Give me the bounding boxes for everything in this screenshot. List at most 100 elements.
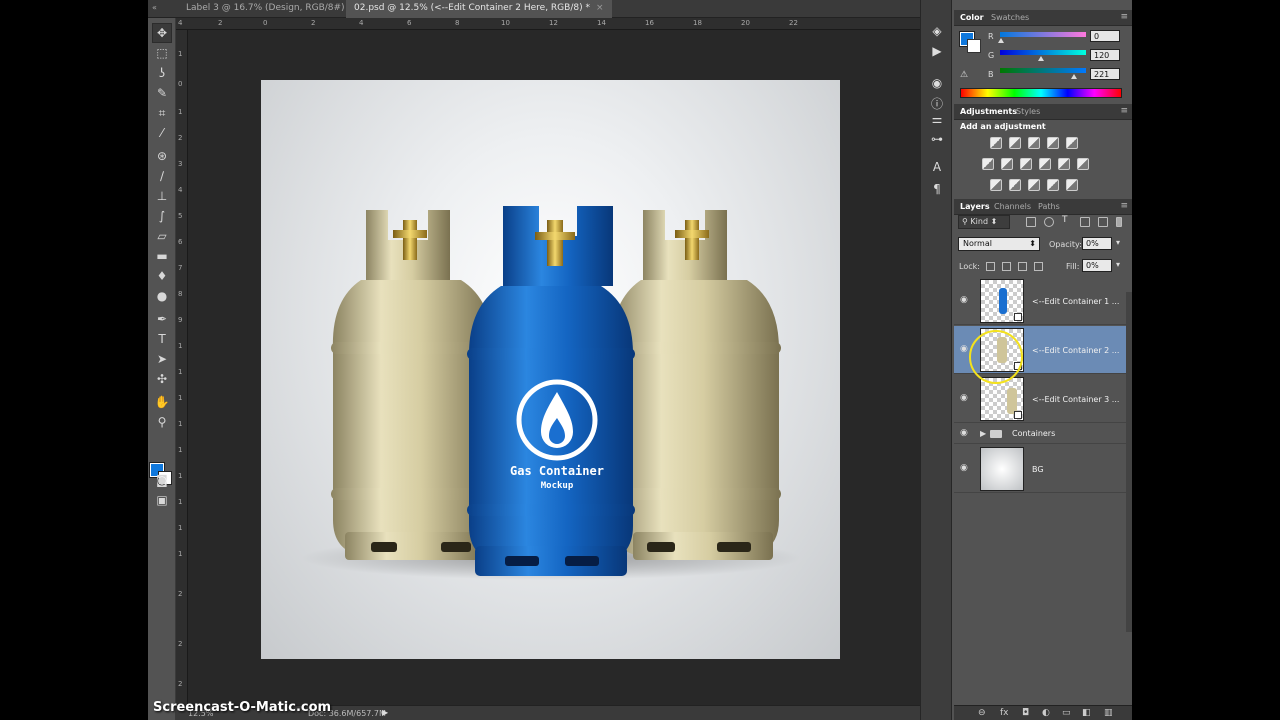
pen-tool-icon[interactable]: ✒: [152, 309, 172, 329]
character-panel-icon[interactable]: A: [927, 158, 947, 176]
fill-dropdown-icon[interactable]: ▾: [1116, 260, 1120, 269]
blend-mode-select[interactable]: Normal ⬍: [958, 237, 1040, 251]
levels-icon[interactable]: [1009, 137, 1021, 149]
history-panel-icon[interactable]: ◈: [927, 22, 947, 40]
tab-layers[interactable]: Layers: [960, 202, 990, 211]
clone-source-icon[interactable]: ⊶: [927, 130, 947, 148]
fx-icon[interactable]: fx: [1000, 708, 1009, 718]
channel-g-slider[interactable]: [1000, 50, 1086, 55]
tab-label-3[interactable]: Label 3 @ 16.7% (Design, RGB/8#) *×: [178, 0, 373, 18]
channel-b-slider[interactable]: [1000, 68, 1086, 73]
selective-color-icon[interactable]: [1066, 179, 1078, 191]
status-menu-arrow-icon[interactable]: ▶: [382, 708, 388, 717]
photo-filter-icon[interactable]: [1039, 158, 1051, 170]
brush-panel-icon[interactable]: ⚌: [927, 110, 947, 128]
expand-triangle-icon[interactable]: ▶: [980, 429, 986, 438]
gradient-tool-icon[interactable]: ▬: [152, 246, 172, 266]
close-icon[interactable]: ×: [596, 3, 604, 13]
tab-color[interactable]: Color: [960, 13, 984, 22]
tab-paths[interactable]: Paths: [1038, 202, 1060, 211]
trash-icon[interactable]: ▥: [1104, 708, 1113, 718]
channel-mixer-icon[interactable]: [1058, 158, 1070, 170]
threshold-icon[interactable]: [1028, 179, 1040, 191]
tab-swatches[interactable]: Swatches: [991, 13, 1029, 22]
clone-stamp-tool-icon[interactable]: ⊥: [152, 186, 172, 206]
eye-icon[interactable]: ◉: [960, 295, 968, 305]
quick-mask-icon[interactable]: ◙: [152, 470, 172, 490]
gamut-warning-icon[interactable]: ⚠: [960, 70, 968, 80]
lock-transparent-icon[interactable]: [986, 262, 995, 271]
vibrance-icon[interactable]: [1066, 137, 1078, 149]
exposure-icon[interactable]: [1047, 137, 1059, 149]
dodge-tool-icon[interactable]: ●: [152, 286, 172, 306]
color-balance-icon[interactable]: [1001, 158, 1013, 170]
channel-r-value[interactable]: 0: [1090, 30, 1120, 42]
lock-all-icon[interactable]: [1034, 262, 1043, 271]
shape-tool-icon[interactable]: ✣: [152, 369, 172, 389]
document-canvas[interactable]: Gas Container Mockup: [261, 80, 840, 659]
screen-mode-icon[interactable]: ▣: [152, 490, 172, 510]
eye-icon[interactable]: ◉: [960, 428, 968, 438]
color-background[interactable]: [967, 39, 981, 53]
layer-row[interactable]: ◉ <--Edit Container 1 ...: [954, 277, 1126, 325]
curves-icon[interactable]: [1028, 137, 1040, 149]
black-white-icon[interactable]: [1020, 158, 1032, 170]
type-filter-icon[interactable]: T: [1062, 215, 1072, 225]
channel-g-value[interactable]: 120: [1090, 49, 1120, 61]
gradient-map-icon[interactable]: [1047, 179, 1059, 191]
channel-g-knob[interactable]: [1038, 56, 1044, 61]
path-select-tool-icon[interactable]: ➤: [152, 349, 172, 369]
marquee-tool-icon[interactable]: ⬚: [152, 43, 172, 63]
invert-icon[interactable]: [990, 179, 1002, 191]
tab-channels[interactable]: Channels: [994, 202, 1031, 211]
eye-icon[interactable]: ◉: [960, 344, 968, 354]
smart-object-filter-icon[interactable]: [1098, 217, 1108, 227]
canvas-workspace[interactable]: Gas Container Mockup: [188, 30, 920, 705]
collapse-icon[interactable]: «: [152, 3, 157, 12]
tab-adjustments[interactable]: Adjustments: [960, 107, 1017, 116]
lock-position-icon[interactable]: [1018, 262, 1027, 271]
link-icon[interactable]: ⊖: [978, 708, 986, 718]
actions-panel-icon[interactable]: ▶: [927, 42, 947, 60]
tab-02-psd[interactable]: 02.psd @ 12.5% (<--Edit Container 2 Here…: [346, 0, 612, 18]
opacity-dropdown-icon[interactable]: ▾: [1116, 238, 1120, 247]
hue-saturation-icon[interactable]: [982, 158, 994, 170]
brush-tool-icon[interactable]: ∕: [152, 166, 172, 186]
channel-r-slider[interactable]: [1000, 32, 1086, 37]
type-tool-icon[interactable]: T: [152, 329, 172, 349]
kind-filter-select[interactable]: ⚲ Kind ⬍: [958, 215, 1010, 229]
eye-icon[interactable]: ◉: [960, 463, 968, 473]
opacity-field[interactable]: 0%: [1082, 237, 1112, 250]
channel-b-knob[interactable]: [1071, 74, 1077, 79]
channel-b-value[interactable]: 221: [1090, 68, 1120, 80]
posterize-icon[interactable]: [1009, 179, 1021, 191]
lock-pixels-icon[interactable]: [1002, 262, 1011, 271]
tab-styles[interactable]: Styles: [1016, 107, 1040, 116]
eye-icon[interactable]: ◉: [960, 393, 968, 403]
hand-tool-icon[interactable]: ✋: [152, 392, 172, 412]
panel-menu-icon[interactable]: ≡: [1120, 201, 1128, 211]
layer-row[interactable]: ◉ <--Edit Container 3 ...: [954, 375, 1126, 423]
quick-select-tool-icon[interactable]: ✎: [152, 83, 172, 103]
new-layer-icon[interactable]: ◧: [1082, 708, 1091, 718]
layer-row[interactable]: ◉ BG: [954, 445, 1126, 493]
panel-menu-icon[interactable]: ≡: [1120, 106, 1128, 116]
adjustment-filter-icon[interactable]: [1044, 217, 1054, 227]
move-tool-icon[interactable]: ✥: [152, 23, 172, 43]
eraser-tool-icon[interactable]: ▱: [152, 226, 172, 246]
zoom-tool-icon[interactable]: ⚲: [152, 412, 172, 432]
filter-toggle[interactable]: [1116, 217, 1122, 227]
crop-tool-icon[interactable]: ⌗: [152, 103, 172, 123]
history-brush-tool-icon[interactable]: ∫: [152, 206, 172, 226]
layer-group-row[interactable]: ◉ ▶ Containers: [954, 424, 1126, 444]
color-spectrum-bar[interactable]: [960, 88, 1122, 98]
adjustment-icon[interactable]: ◐: [1042, 708, 1050, 718]
layers-scrollbar[interactable]: [1126, 292, 1132, 632]
paragraph-panel-icon[interactable]: ¶: [927, 180, 947, 198]
panel-menu-icon[interactable]: ≡: [1120, 12, 1128, 22]
fill-field[interactable]: 0%: [1082, 259, 1112, 272]
spot-healing-tool-icon[interactable]: ⊛: [152, 146, 172, 166]
mask-icon[interactable]: ◘: [1022, 708, 1029, 718]
eyedropper-tool-icon[interactable]: ⁄: [152, 123, 172, 143]
pixel-filter-icon[interactable]: [1026, 217, 1036, 227]
